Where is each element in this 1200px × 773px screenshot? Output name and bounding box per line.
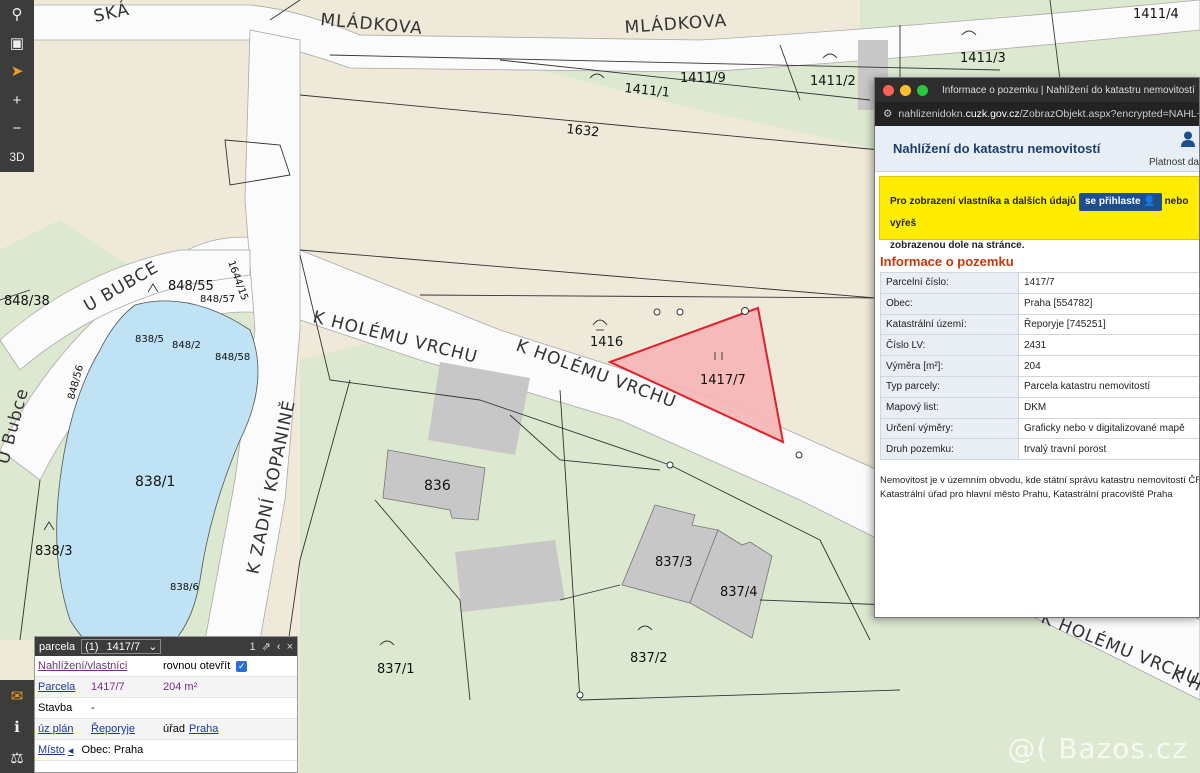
parcel-label-1411-3: 1411/3 (960, 51, 1006, 66)
jurisdiction-note: Nemovitost je v územním obvodu, kde stát… (880, 475, 1200, 500)
open-directly-label: rovnou otevřít (163, 660, 231, 672)
table-row: Číslo LV: 2431 (880, 334, 1199, 357)
parcel-label-838-5: 838/5 (135, 334, 164, 345)
nahlizeni-link[interactable]: Nahlížení/vlastníci (38, 660, 163, 672)
map-toolbar: ⚲ ▣ ➤ + − 3D (0, 0, 34, 172)
parcel-label-848-2: 848/2 (172, 340, 201, 351)
cadastre-popup-window: Informace o pozemku | Nahlížení do katas… (874, 77, 1200, 618)
panel-row-stavba: Stavba - (35, 698, 297, 719)
ruler-icon[interactable]: ⚖ (0, 742, 34, 773)
banner-text-3: zobrazenou dole na stránce. (890, 240, 1025, 251)
building-grey-1 (428, 362, 530, 455)
url-rest: /ZobrazObjekt.aspx?encrypted=NAHL~s (1019, 108, 1200, 120)
parcela-link[interactable]: Parcela (38, 681, 91, 693)
uz-plan-link[interactable]: úz plán (38, 723, 91, 735)
url-prefix: nahlizenidokn. (898, 108, 966, 120)
panel-row-misto: Místo ◂ Obec: Praha (35, 740, 297, 761)
table-row: Parcelní číslo: 1417/7 (880, 272, 1199, 294)
platnost-label: Platnost da (1148, 157, 1199, 168)
parcel-panel-title: parcela (39, 640, 76, 653)
parcel-select-index: (1) (85, 640, 99, 653)
url-domain: cuzk.gov.cz (965, 108, 1020, 120)
zoom-in-button[interactable]: + (0, 86, 34, 115)
parcel-select[interactable]: (1) 1417/7 ⌄ (81, 639, 162, 654)
parcel-label-1411-9: 1411/9 (680, 71, 726, 86)
table-row: Obec: Praha [554782] (880, 292, 1199, 315)
close-icon[interactable]: × (287, 641, 293, 653)
parcel-label-848-55: 848/55 (168, 279, 214, 294)
chevron-down-icon: ⌄ (148, 641, 158, 653)
banner-text-1: Pro zobrazení vlastníka a dalších údajů (890, 196, 1077, 207)
parcel-label-838-1: 838/1 (135, 474, 175, 490)
table-row: Katastrální území: Řeporyje [745251] (880, 313, 1199, 336)
bazos-watermark: @( Bazos.cz (1007, 732, 1188, 765)
misto-arrow-icon[interactable]: ◂ (68, 744, 74, 757)
parcel-label-838-3: 838/3 (35, 544, 72, 559)
site-header: Nahlížení do katastru nemovitostí Platno… (875, 126, 1199, 172)
popup-titlebar: Informace o pozemku | Nahlížení do katas… (875, 78, 1199, 102)
table-row: Určení výměry: Graficky nebo v digitalizo… (880, 417, 1199, 440)
parcel-select-value: 1417/7 (106, 640, 141, 653)
parcel-label-1417-7: 1417/7 (700, 373, 746, 388)
parcel-info-table: Parcelní číslo: 1417/7 Obec: Praha [554782… (880, 272, 1199, 461)
table-row: Druh pozemku: trvalý travní porost (880, 438, 1199, 461)
parcel-label-848-38: 848/38 (4, 294, 50, 309)
reporyje-link[interactable]: Řeporyje (91, 723, 163, 735)
stavba-label: Stavba (38, 702, 73, 714)
share-icon[interactable]: ⇗ (262, 640, 271, 653)
praha-link[interactable]: Praha (189, 723, 218, 735)
urad-label: úřad (163, 723, 186, 735)
user-icon[interactable] (1181, 131, 1195, 147)
parcel-label-1411-4: 1411/4 (1133, 7, 1179, 22)
popup-address-bar[interactable]: ⚙ nahlizenidokn.cuzk.gov.cz/ZobrazObjekt… (875, 102, 1199, 126)
parcel-label-836: 836 (424, 478, 451, 494)
map-layers-icon[interactable]: ▣ (0, 29, 34, 58)
misto-value: Obec: Praha (81, 744, 144, 756)
zoom-out-button[interactable]: − (0, 114, 34, 143)
section-title: Informace o pozemku (880, 254, 1014, 269)
panel-row-uz-plan: úz plán Řeporyje úřad Praha (35, 719, 297, 740)
info-icon[interactable]: ℹ (0, 711, 34, 742)
maximize-window-icon[interactable] (917, 84, 928, 96)
table-row: Mapový list: DKM (880, 396, 1199, 419)
parcel-panel-header: parcela (1) 1417/7 ⌄ 1 ⇗ ‹ × (35, 637, 297, 656)
locate-icon[interactable]: ➤ (0, 57, 34, 86)
parcel-label-1411-2: 1411/2 (810, 74, 856, 89)
login-button[interactable]: se přihlaste 👤 (1078, 193, 1162, 211)
table-row: Typ parcely: Parcela katastru nemovitostí (880, 375, 1199, 398)
open-directly-checkbox[interactable]: ✓ (236, 660, 248, 672)
bottom-toolbar: ✉ ℹ ⚖ (0, 680, 34, 773)
table-row: Výměra [m²]: 204 (880, 355, 1199, 377)
login-banner: Pro zobrazení vlastníka a dalších údajů … (879, 176, 1199, 251)
parcel-label-837-1: 837/1 (377, 662, 414, 677)
parcela-number: 1417/7 (91, 681, 125, 693)
parcel-label-837-4: 837/4 (720, 585, 757, 600)
parcel-label-837-3: 837/3 (655, 555, 692, 570)
parcel-label-837-2: 837/2 (630, 651, 667, 666)
parcela-area: 204 m² (163, 681, 198, 693)
search-icon[interactable]: ⚲ (0, 0, 34, 29)
comment-icon[interactable]: ✉ (0, 680, 34, 711)
parcel-count: 1 (249, 640, 256, 653)
parcel-info-panel: parcela (1) 1417/7 ⌄ 1 ⇗ ‹ × Nahlížení/v… (34, 636, 298, 773)
site-title[interactable]: Nahlížení do katastru nemovitostí (893, 141, 1100, 156)
building-grey-2 (455, 540, 565, 612)
popup-window-title: Informace o pozemku | Nahlížení do katas… (942, 84, 1195, 96)
close-window-icon[interactable] (883, 84, 894, 96)
parcel-label-848-57: 848/57 (200, 294, 235, 305)
parcel-label-838-6: 838/6 (170, 582, 199, 593)
panel-row-nahlizeni: Nahlížení/vlastníci rovnou otevřít ✓ (35, 656, 297, 677)
panel-row-parcela: Parcela 1417/7 204 m² (35, 677, 297, 698)
view-3d-button[interactable]: 3D (0, 143, 34, 172)
parcel-label-848-58: 848/58 (215, 352, 250, 363)
collapse-icon[interactable]: ‹ (277, 641, 281, 653)
minimize-window-icon[interactable] (900, 84, 911, 96)
parcel-label-1416: 1416 (590, 335, 623, 350)
site-info-icon[interactable]: ⚙ (883, 108, 892, 120)
stavba-value: - (91, 702, 95, 714)
misto-link[interactable]: Místo (38, 744, 65, 756)
